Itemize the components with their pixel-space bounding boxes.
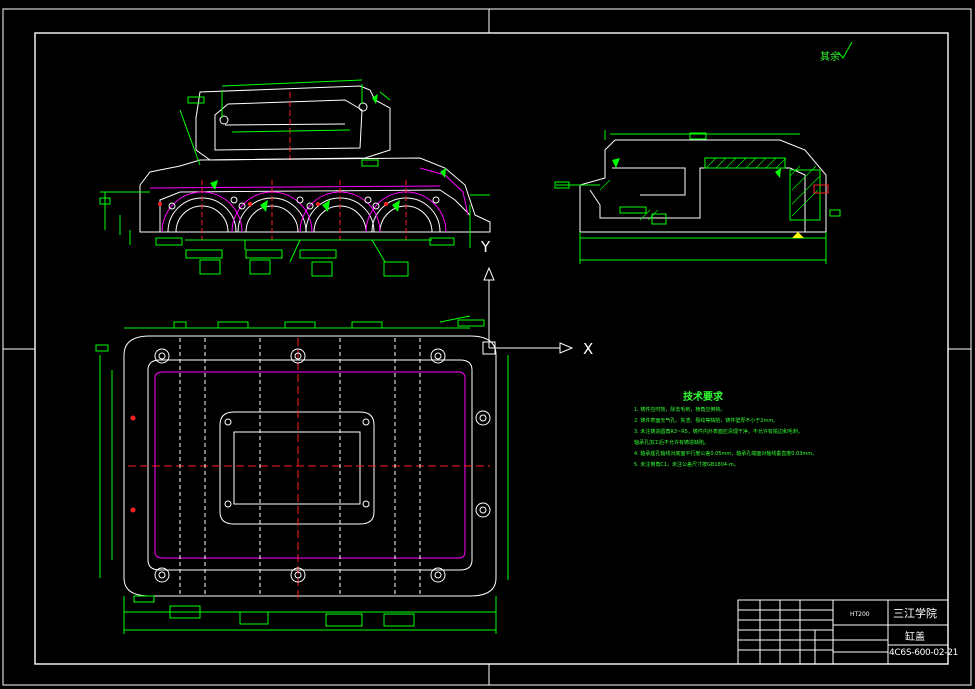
- section-view: [554, 130, 841, 264]
- ucs-x-label: X: [583, 340, 594, 358]
- plan-view: [95, 315, 509, 634]
- title-block-drawing-number: 4C6S-600-02-21: [889, 648, 959, 658]
- tech-requirement-item: 5. 未注倒角C1，未注公差尺寸按GB1804-m。: [634, 462, 739, 468]
- tech-requirement-item: 轴承孔加工后不允许有铸造缺陷。: [634, 440, 710, 446]
- ucs-icon: [482, 266, 574, 355]
- tech-requirement-item: 4. 轴承座孔轴线对底面平行度公差0.05mm，轴承孔端面对轴线垂直度0.03m…: [634, 451, 818, 457]
- title-block-company: 三江学院: [893, 607, 937, 620]
- tech-requirement-item: 1. 铸件应时效，除去毛刺，棱角应倒钝。: [634, 407, 726, 413]
- tech-requirement-item: 3. 未注铸造圆角R3~R5，铸件内外表面应清理干净，不允许有锐边和毛刺，: [634, 429, 803, 435]
- tech-requirement-item: 2. 铸件表面无气孔、夹渣、裂纹等缺陷，铸件壁厚不小于2mm。: [634, 418, 779, 424]
- side-view: [99, 79, 491, 277]
- surface-finish-note: 其余: [820, 52, 840, 63]
- tech-requirements-title: 技术要求: [683, 392, 723, 403]
- centering-marks: [3, 9, 971, 685]
- title-block-material: HT200: [850, 611, 870, 618]
- tech-requirements-list: 1. 铸件应时效，除去毛刺，棱角应倒钝。 2. 铸件表面无气孔、夹渣、裂纹等缺陷…: [634, 405, 894, 471]
- surface-finish-symbol: [837, 41, 853, 59]
- title-block-part-name: 缸盖: [905, 632, 925, 643]
- cad-drawing-canvas: [2, 8, 972, 686]
- sheet-outer-border: [2, 8, 972, 686]
- ucs-y-label: Y: [481, 238, 491, 256]
